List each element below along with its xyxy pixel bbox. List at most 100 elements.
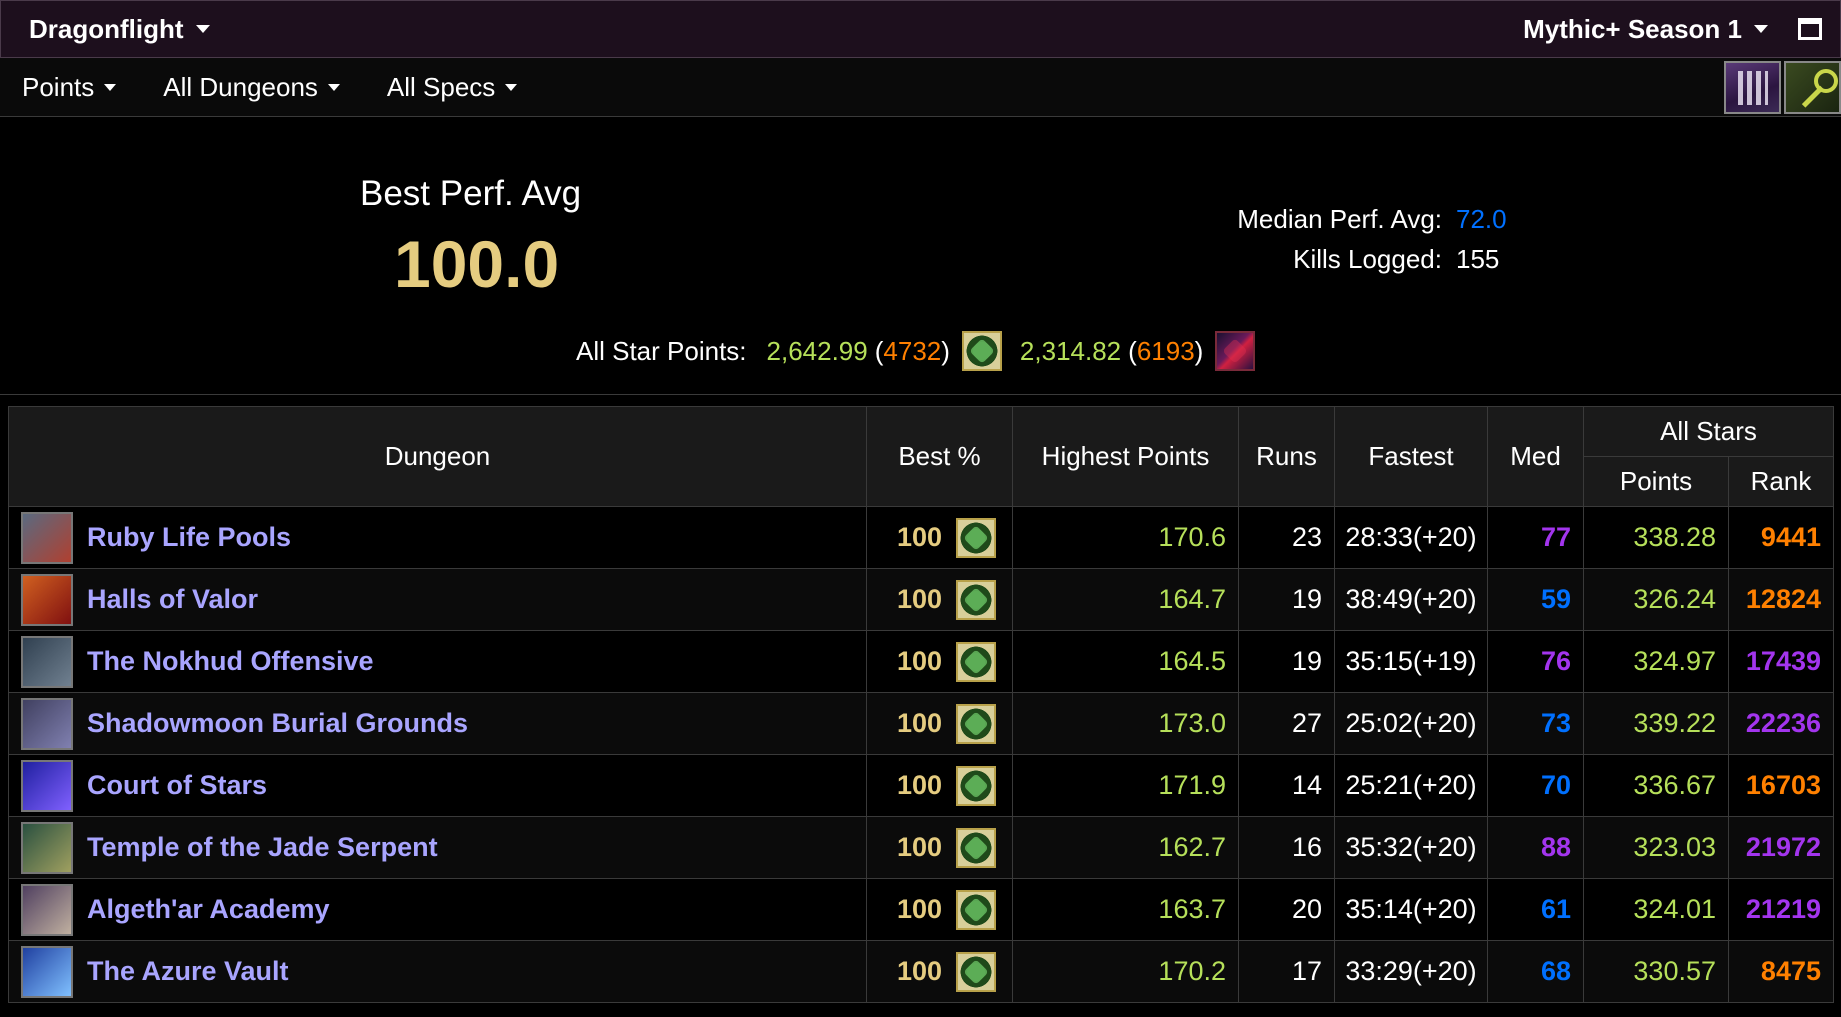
performance-summary: Best Perf. Avg 100.0 Median Perf. Avg: 7… [0,118,1841,395]
best-percent-cell: 100 [866,816,1013,879]
havoc-demon-hunter-icon[interactable] [1215,331,1256,371]
chevron-down-icon [505,83,518,91]
all-star-rank-value: 12824 [1728,568,1834,631]
dungeon-name-link[interactable]: The Nokhud Offensive [87,646,374,677]
restoration-druid-icon [956,827,997,868]
all-star-rank-value: 8475 [1728,940,1834,1003]
dungeon-icon [21,511,73,564]
table-row[interactable]: Shadowmoon Burial Grounds 100 173.0 27 2… [8,692,1834,755]
highest-points-value: 170.6 [1012,506,1239,569]
kills-logged-row: Kills Logged: 155 [1293,244,1521,275]
maximize-icon[interactable] [1798,18,1822,40]
best-percent-value: 100 [897,956,943,986]
all-star-rank-value: 21219 [1728,878,1834,941]
dungeon-name-link[interactable]: Court of Stars [87,770,267,801]
spec-filter-label: All Specs [386,71,496,102]
highest-points-value: 162.7 [1012,816,1239,879]
highest-points-value: 163.7 [1012,878,1239,941]
dungeon-icon [21,635,73,688]
all-star-points-value: 339.22 [1583,692,1729,755]
runs-value: 19 [1238,630,1335,693]
header-runs[interactable]: Runs [1238,406,1335,507]
dungeon-name-link[interactable]: The Azure Vault [87,956,289,987]
dungeon-cell: Temple of the Jade Serpent [8,816,867,879]
header-best-percent[interactable]: Best % [866,406,1013,507]
header-all-stars: All Stars [1583,406,1834,457]
best-percent-value: 100 [897,708,943,738]
table-row[interactable]: Temple of the Jade Serpent 100 162.7 16 … [8,816,1834,879]
median-value: 88 [1487,816,1584,879]
chevron-down-icon [1754,25,1768,33]
restoration-druid-icon [956,517,997,558]
best-perf-label: Best Perf. Avg [360,174,582,213]
best-percent-value: 100 [897,646,943,676]
all-star-points-value: 330.57 [1583,940,1729,1003]
table-row[interactable]: The Azure Vault 100 170.2 17 33:29(+20) … [8,940,1834,1003]
all-star-rank-value: 6193 [1136,335,1195,366]
dungeon-name-link[interactable]: Temple of the Jade Serpent [87,832,438,863]
dungeon-icon [21,883,73,936]
restoration-druid-icon [956,765,997,806]
all-star-points-value: 2,314.82 [1019,335,1122,366]
all-star-rank-value: 4732 [883,335,942,366]
dungeon-name-link[interactable]: Ruby Life Pools [87,522,291,553]
chevron-down-icon [327,83,340,91]
best-percent-cell: 100 [866,506,1013,569]
header-dungeon[interactable]: Dungeon [8,406,867,507]
highest-points-value: 171.9 [1012,754,1239,817]
median-value: 73 [1487,692,1584,755]
table-row[interactable]: The Nokhud Offensive 100 164.5 19 35:15(… [8,630,1834,693]
median-value: 61 [1487,878,1584,941]
restoration-druid-icon[interactable] [961,331,1002,371]
highest-points-value: 164.7 [1012,568,1239,631]
header-median[interactable]: Med [1487,406,1584,507]
fastest-value: 25:02(+20) [1334,692,1488,755]
dungeon-filter-label: All Dungeons [163,71,318,102]
metric-filter[interactable]: Points [22,71,117,103]
dungeon-name-link[interactable]: Shadowmoon Burial Grounds [87,708,468,739]
season-selector[interactable]: Mythic+ Season 1 [1523,14,1768,45]
all-star-points-value: 338.28 [1583,506,1729,569]
best-percent-cell: 100 [866,568,1013,631]
highest-points-value: 170.2 [1012,940,1239,1003]
spec-filter[interactable]: All Specs [386,71,518,103]
table-row[interactable]: Ruby Life Pools 100 170.6 23 28:33(+20) … [8,506,1834,569]
best-percent-cell: 100 [866,878,1013,941]
kills-logged-label: Kills Logged: [1293,244,1442,274]
runs-value: 19 [1238,568,1335,631]
dungeon-filter[interactable]: All Dungeons [163,72,340,103]
dungeon-cell: Ruby Life Pools [8,506,867,569]
dungeon-cell: Shadowmoon Burial Grounds [8,692,867,755]
table-row[interactable]: Court of Stars 100 171.9 14 25:21(+20) 7… [8,754,1834,817]
all-star-points-value: 324.97 [1583,630,1729,693]
title-bar: Dragonflight Mythic+ Season 1 [0,0,1841,58]
header-all-star-points[interactable]: Points [1583,456,1729,507]
dungeon-name-link[interactable]: Algeth'ar Academy [87,894,330,925]
median-perf-row: Median Perf. Avg: 72.0 [1237,204,1521,235]
party-composition-icon[interactable] [1724,61,1781,114]
highest-points-value: 173.0 [1012,692,1239,755]
all-star-points-value: 324.01 [1583,878,1729,941]
header-fastest[interactable]: Fastest [1334,406,1488,507]
fastest-value: 35:15(+19) [1334,630,1488,693]
median-value: 68 [1487,940,1584,1003]
keystone-icon[interactable] [1784,61,1841,114]
dungeon-name-link[interactable]: Halls of Valor [87,584,258,615]
dungeon-icon [21,945,73,998]
table-row[interactable]: Algeth'ar Academy 100 163.7 20 35:14(+20… [8,878,1834,941]
all-star-points-value: 336.67 [1583,754,1729,817]
best-percent-cell: 100 [866,940,1013,1003]
season-label: Mythic+ Season 1 [1523,13,1742,44]
restoration-druid-icon [956,579,997,620]
best-perf-value: 100.0 [394,227,560,301]
best-percent-value: 100 [897,894,943,924]
kills-logged-value: 155 [1456,244,1500,274]
metric-filter-label: Points [22,71,95,102]
runs-value: 20 [1238,878,1335,941]
header-all-star-rank[interactable]: Rank [1728,456,1834,507]
expansion-selector[interactable]: Dragonflight [29,14,210,45]
header-highest-points[interactable]: Highest Points [1012,406,1239,507]
best-percent-cell: 100 [866,692,1013,755]
table-row[interactable]: Halls of Valor 100 164.7 19 38:49(+20) 5… [8,568,1834,631]
best-percent-value: 100 [897,522,943,552]
